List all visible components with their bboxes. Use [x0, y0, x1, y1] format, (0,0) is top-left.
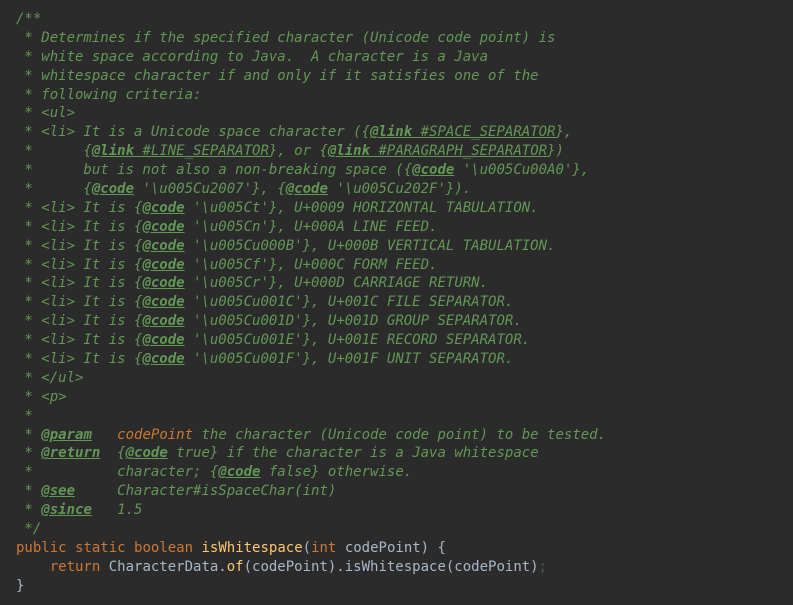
javadoc-line: * @see Character#isSpaceChar(int): [16, 482, 777, 501]
javadoc-line: * @param codePoint the character (Unicod…: [16, 426, 777, 445]
code-line: return CharacterData.of(codePoint).isWhi…: [16, 558, 777, 577]
javadoc-line: * following criteria:: [16, 86, 777, 105]
javadoc-line: * <li> It is {@code '\u005Ct'}, U+0009 H…: [16, 199, 777, 218]
code-line: public static boolean isWhitespace(int c…: [16, 539, 777, 558]
javadoc-line: * <li> It is {@code '\u005Cu001D'}, U+00…: [16, 312, 777, 331]
javadoc-line: * <li> It is {@code '\u005Cu001C'}, U+00…: [16, 293, 777, 312]
javadoc-line: * <li> It is {@code '\u005Cu001E'}, U+00…: [16, 331, 777, 350]
code-line: }: [16, 577, 777, 596]
javadoc-line: /**: [16, 10, 777, 29]
javadoc-line: * whitespace character if and only if it…: [16, 67, 777, 86]
code-editor[interactable]: /** * Determines if the specified charac…: [16, 10, 777, 596]
javadoc-line: * <li> It is a Unicode space character (…: [16, 123, 777, 142]
javadoc-line: *: [16, 407, 777, 426]
javadoc-line: * <li> It is {@code '\u005Cu000B'}, U+00…: [16, 237, 777, 256]
javadoc-line: * Determines if the specified character …: [16, 29, 777, 48]
javadoc-line: * but is not also a non-breaking space (…: [16, 161, 777, 180]
javadoc-line: * <li> It is {@code '\u005Cr'}, U+000D C…: [16, 274, 777, 293]
javadoc-line: */: [16, 520, 777, 539]
javadoc-line: * <li> It is {@code '\u005Cu001F'}, U+00…: [16, 350, 777, 369]
javadoc-line: * @since 1.5: [16, 501, 777, 520]
javadoc-line: * character; {@code false} otherwise.: [16, 463, 777, 482]
javadoc-line: * <li> It is {@code '\u005Cf'}, U+000C F…: [16, 256, 777, 275]
javadoc-line: * <ul>: [16, 104, 777, 123]
javadoc-line: * white space according to Java. A chara…: [16, 48, 777, 67]
javadoc-line: * {@code '\u005Cu2007'}, {@code '\u005Cu…: [16, 180, 777, 199]
javadoc-line: * </ul>: [16, 369, 777, 388]
javadoc-line: * {@link #LINE_SEPARATOR}, or {@link #PA…: [16, 142, 777, 161]
javadoc-line: * <li> It is {@code '\u005Cn'}, U+000A L…: [16, 218, 777, 237]
javadoc-line: * <p>: [16, 388, 777, 407]
javadoc-line: * @return {@code true} if the character …: [16, 444, 777, 463]
